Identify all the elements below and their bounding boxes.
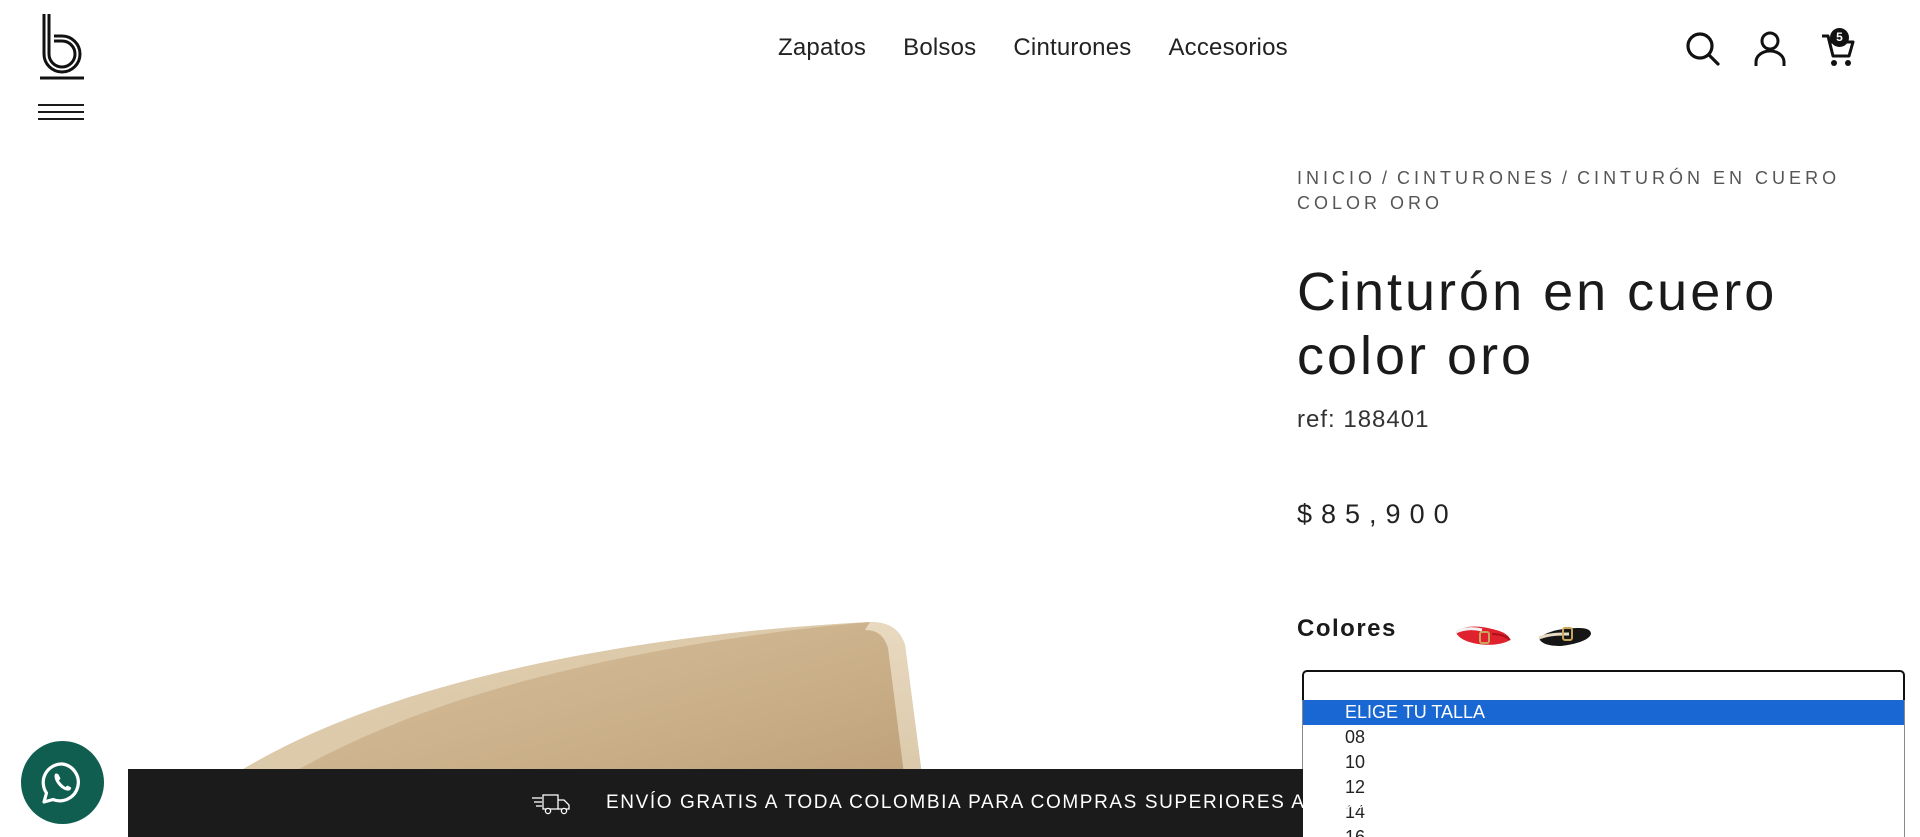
cart-count-badge: 5: [1830, 28, 1849, 47]
nav-zapatos[interactable]: Zapatos: [778, 34, 866, 62]
nav-cinturones[interactable]: Cinturones: [1013, 34, 1131, 62]
brand-logo[interactable]: [38, 12, 86, 82]
product-price: $85,900: [1297, 499, 1458, 529]
size-option[interactable]: 08: [1303, 725, 1904, 750]
colors-label: Colores: [1297, 615, 1397, 642]
nav-accesorios[interactable]: Accesorios: [1168, 34, 1287, 62]
color-swatch-red[interactable]: [1452, 608, 1514, 652]
breadcrumb: INICIO / CINTURONES / CINTURÓN EN CUERO COLO…: [1297, 166, 1857, 216]
free-shipping-text: ENVÍO GRATIS A TODA COLOMBIA PARA COMPRA…: [606, 792, 1411, 813]
free-shipping-bar: ENVÍO GRATIS A TODA COLOMBIA PARA COMPRA…: [128, 769, 1409, 837]
color-swatch-black[interactable]: [1533, 608, 1595, 652]
breadcrumb-inicio[interactable]: INICIO: [1297, 168, 1376, 188]
size-option[interactable]: 10: [1303, 750, 1904, 775]
main-nav: Zapatos Bolsos Cinturones Accesorios: [778, 34, 1288, 62]
menu-icon[interactable]: [38, 104, 84, 126]
product-title: Cinturón en cuero color oro: [1297, 262, 1778, 386]
delivery-truck-icon: [532, 794, 570, 815]
breadcrumb-cinturones[interactable]: CINTURONES: [1397, 168, 1556, 188]
size-option[interactable]: ELIGE TU TALLA: [1303, 700, 1904, 725]
whatsapp-icon: [41, 762, 80, 804]
size-option[interactable]: 16: [1303, 825, 1904, 837]
breadcrumb-separator: /: [1382, 168, 1392, 188]
nav-bolsos[interactable]: Bolsos: [903, 34, 976, 62]
product-ref: ref: 188401: [1297, 406, 1430, 433]
search-icon[interactable]: [1685, 30, 1721, 68]
size-dropdown-list: ELIGE TU TALLA 08 10 12 14 16: [1302, 700, 1905, 837]
breadcrumb-separator: /: [1562, 168, 1572, 188]
size-select[interactable]: [1302, 670, 1905, 702]
whatsapp-button[interactable]: [21, 741, 104, 824]
account-icon[interactable]: [1752, 30, 1788, 68]
